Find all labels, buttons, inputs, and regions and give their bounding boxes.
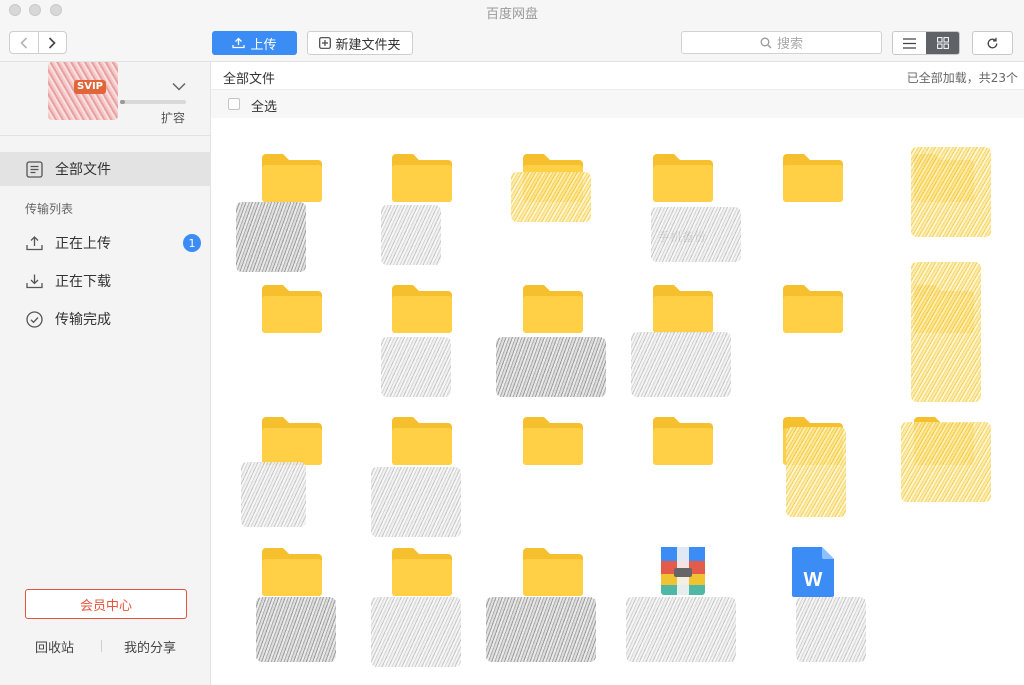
list-view-icon — [903, 37, 916, 49]
transfer-section-label: 传输列表 — [25, 202, 74, 216]
redaction-scribble — [911, 147, 991, 237]
sidebar-item-label: 正在下载 — [55, 274, 111, 290]
redaction-scribble — [381, 337, 451, 397]
select-all-checkbox[interactable] — [228, 98, 240, 110]
new-folder-button[interactable]: 新建文件夹 — [307, 31, 413, 55]
search-icon — [760, 37, 772, 48]
new-folder-label: 新建文件夹 — [335, 37, 401, 53]
folder-icon — [652, 283, 714, 335]
redaction-scribble — [256, 597, 336, 662]
chevron-left-icon — [20, 36, 27, 49]
check-circle-icon — [26, 310, 43, 328]
sidebar-item-completed[interactable]: 传输完成 — [0, 302, 211, 336]
search-input[interactable]: 搜索 — [681, 31, 882, 54]
list-view-button[interactable] — [893, 32, 926, 54]
sidebar-item-all-files[interactable]: 全部文件 — [0, 152, 211, 186]
svip-badge: SVIP — [74, 80, 106, 94]
folder-icon — [391, 546, 453, 598]
expand-storage-link[interactable]: 扩容 — [161, 109, 185, 126]
folder-icon — [522, 415, 584, 467]
window-title: 百度网盘 — [485, 7, 538, 22]
archive-icon — [652, 546, 714, 598]
selection-bar: 全选 — [211, 90, 1024, 118]
footer-divider — [101, 640, 102, 652]
folder-item[interactable] — [747, 283, 877, 411]
svg-text:W: W — [804, 569, 823, 591]
add-box-icon — [319, 37, 332, 49]
redaction-scribble — [371, 467, 461, 537]
folder-icon — [782, 283, 844, 335]
select-all-label[interactable]: 全选 — [251, 96, 277, 115]
download-icon — [26, 274, 43, 289]
main-header: 全部文件 已全部加载，共23个 — [211, 62, 1024, 90]
upload-count-badge: 1 — [183, 234, 201, 252]
word-doc-icon: W — [782, 546, 844, 598]
folder-icon — [261, 152, 323, 204]
redaction-scribble — [911, 262, 981, 402]
folder-icon — [391, 415, 453, 467]
folder-icon — [522, 546, 584, 598]
grid-view-button[interactable] — [926, 32, 959, 54]
sidebar-item-label: 传输完成 — [55, 312, 111, 328]
folder-icon — [522, 283, 584, 335]
redaction-scribble — [901, 422, 991, 502]
folder-icon — [391, 152, 453, 204]
folder-icon — [652, 415, 714, 467]
vip-center-button[interactable]: 会员中心 — [25, 589, 187, 619]
app-window: 百度网盘 上传 新建文件夹 搜索 SVIP 扩容 全部文件 传输列表 正在上传 … — [0, 0, 1024, 685]
refresh-button[interactable] — [972, 31, 1013, 55]
redaction-scribble — [796, 597, 866, 662]
folder-item[interactable] — [747, 152, 877, 280]
sidebar-item-label: 正在上传 — [55, 236, 111, 252]
back-button[interactable] — [10, 32, 38, 53]
storage-quota-bar — [120, 100, 186, 104]
redaction-scribble — [786, 427, 846, 517]
folder-icon — [652, 152, 714, 204]
divider — [0, 135, 211, 136]
redaction-scribble — [371, 597, 461, 667]
folder-icon — [261, 283, 323, 335]
my-share-link[interactable]: 我的分享 — [124, 637, 176, 656]
sidebar-item-label: 全部文件 — [55, 162, 111, 178]
redaction-scribble — [236, 202, 306, 272]
folder-icon — [782, 152, 844, 204]
sidebar: SVIP 扩容 全部文件 传输列表 正在上传 1 正在下载 传输完成 会员中心 … — [0, 62, 211, 685]
redaction-scribble — [626, 597, 736, 662]
upload-icon — [232, 37, 246, 49]
document-icon — [26, 160, 43, 178]
redaction-scribble — [241, 462, 306, 527]
redaction-scribble — [651, 207, 741, 262]
folder-item[interactable] — [226, 283, 356, 411]
redaction-scribble — [486, 597, 596, 662]
main-content: 全部文件 已全部加载，共23个 全选 手机备份W — [211, 62, 1024, 685]
refresh-icon — [987, 37, 998, 48]
sidebar-item-downloading[interactable]: 正在下载 — [0, 264, 211, 298]
upload-icon — [26, 236, 43, 251]
folder-item[interactable] — [487, 415, 617, 543]
redaction-scribble — [381, 205, 441, 265]
history-nav — [9, 31, 67, 54]
sidebar-item-uploading[interactable]: 正在上传 1 — [0, 226, 211, 260]
upload-button[interactable]: 上传 — [212, 31, 297, 55]
search-placeholder: 搜索 — [776, 37, 803, 52]
forward-button[interactable] — [37, 32, 67, 53]
upload-button-label: 上传 — [250, 37, 277, 53]
folder-icon — [261, 415, 323, 467]
load-status: 已全部加载，共23个 — [906, 71, 1018, 85]
title-toolbar: 百度网盘 上传 新建文件夹 搜索 — [0, 0, 1024, 62]
folder-icon — [391, 283, 453, 335]
folder-item[interactable] — [617, 415, 747, 543]
redaction-scribble — [496, 337, 606, 397]
chevron-right-icon — [49, 36, 56, 49]
breadcrumb[interactable]: 全部文件 — [223, 68, 275, 87]
redaction-scribble — [631, 332, 731, 397]
recycle-bin-link[interactable]: 回收站 — [35, 637, 74, 656]
grid-view-icon — [936, 37, 949, 49]
folder-icon — [261, 546, 323, 598]
redaction-scribble — [511, 172, 591, 222]
view-mode-toggle — [892, 31, 960, 55]
chevron-down-icon[interactable] — [172, 82, 186, 91]
